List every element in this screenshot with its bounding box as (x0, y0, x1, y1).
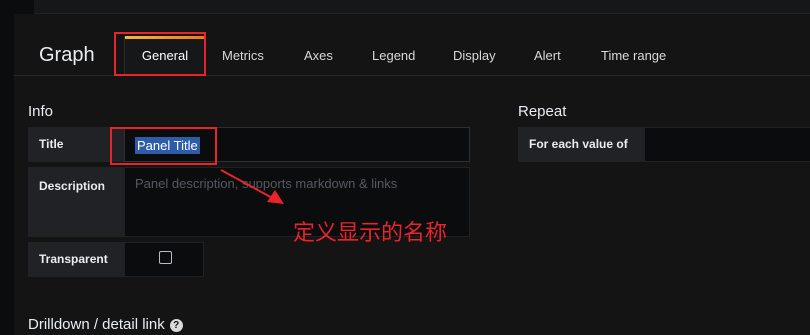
top-strip (0, 0, 810, 14)
panel-editor-page: Graph General Metrics Axes Legend Displa… (0, 0, 810, 335)
left-edge (0, 14, 14, 335)
panel-preview-area (34, 0, 810, 14)
editor-main: Graph General Metrics Axes Legend Displa… (14, 14, 810, 335)
annotation-arrow (220, 169, 284, 204)
annotation-text: 定义显示的名称 (293, 221, 448, 246)
